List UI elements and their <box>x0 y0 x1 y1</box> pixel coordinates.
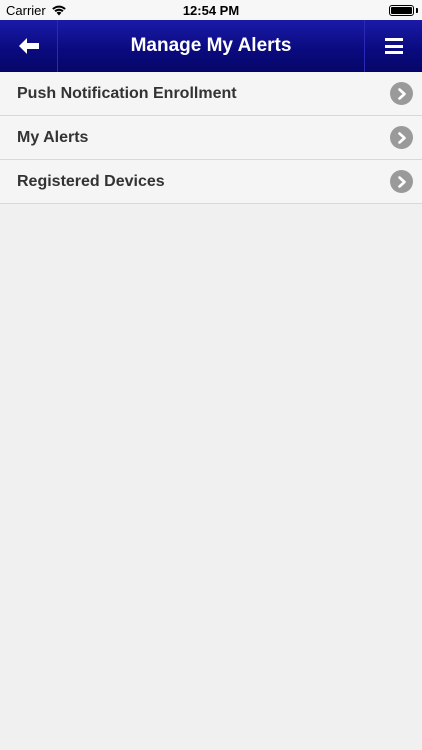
menu-item-label: My Alerts <box>17 128 89 146</box>
battery-icon <box>389 5 414 16</box>
nav-bar: Manage My Alerts <box>0 20 422 72</box>
alerts-menu-list: Push Notification Enrollment My Alerts R… <box>0 72 422 204</box>
arrow-left-icon <box>18 38 39 54</box>
menu-item-my-alerts[interactable]: My Alerts <box>0 116 422 160</box>
status-bar: Carrier 12:54 PM <box>0 0 422 20</box>
battery-tip <box>416 8 418 13</box>
menu-item-label: Registered Devices <box>17 172 165 190</box>
menu-item-push-notification-enrollment[interactable]: Push Notification Enrollment <box>0 72 422 116</box>
hamburger-menu-icon <box>384 38 403 54</box>
chevron-right-icon <box>390 126 413 149</box>
menu-item-label: Push Notification Enrollment <box>17 84 237 102</box>
chevron-right-icon <box>390 82 413 105</box>
menu-button[interactable] <box>364 20 422 72</box>
status-time: 12:54 PM <box>182 3 240 18</box>
back-button[interactable] <box>0 20 58 72</box>
menu-item-registered-devices[interactable]: Registered Devices <box>0 160 422 204</box>
chevron-right-icon <box>390 170 413 193</box>
page-title: Manage My Alerts <box>130 35 292 56</box>
